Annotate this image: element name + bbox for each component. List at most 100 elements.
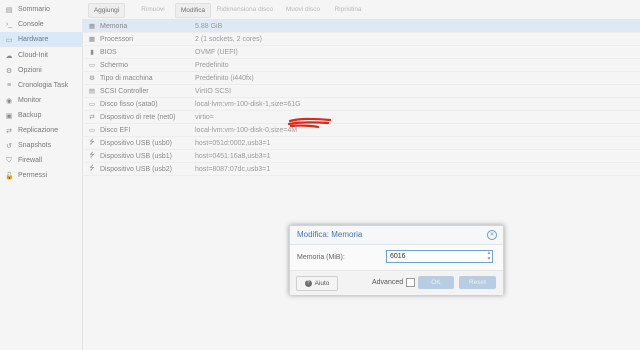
row-name: Dispositivo USB (usb1)	[100, 152, 172, 160]
floppy-icon: ▣	[5, 112, 13, 120]
row-value: local-lvm:vm-100-disk-1,size=61G	[195, 100, 301, 108]
close-icon[interactable]: ✕	[487, 230, 497, 240]
sidebar-item-hardware[interactable]: ▭ Hardware	[0, 32, 82, 47]
table-row[interactable]: ⭍ Dispositivo USB (usb1) host=0451:16a8,…	[82, 150, 640, 163]
row-name: Dispositivo USB (usb0)	[100, 139, 172, 147]
sidebar-item-opzioni[interactable]: ⚙ Opzioni	[0, 63, 82, 78]
desktop-icon: ▭	[5, 36, 13, 44]
sidebar-item-snapshots[interactable]: ↺ Snapshots	[0, 138, 82, 153]
sidebar-item-backup[interactable]: ▣ Backup	[0, 108, 82, 123]
row-value: local-lvm:vm-100-disk-0,size=4M	[195, 126, 298, 134]
spin-down-icon[interactable]: ▼	[486, 257, 492, 262]
monitor-icon: ▭	[88, 62, 96, 69]
dialog-header: Modifica: Memoria ✕	[290, 226, 503, 245]
row-name: Tipo di macchina	[100, 74, 153, 82]
table-row[interactable]: ⚙ Tipo di macchina Predefinito (i440fx)	[82, 72, 640, 85]
sidebar-item-label: Sommario	[18, 6, 50, 13]
row-value: Predefinito	[195, 61, 229, 69]
row-value: host=051d:0002,usb3=1	[195, 139, 271, 147]
add-button[interactable]: Aggiungi	[88, 3, 125, 18]
move-disk-button[interactable]: Muovi disco	[281, 3, 325, 16]
exchange-icon: ⇄	[89, 114, 95, 121]
sidebar-item-label: Opzioni	[18, 67, 42, 74]
table-row[interactable]: ▭ Disco fisso (sata0) local-lvm:vm-100-d…	[82, 98, 640, 111]
sidebar-item-label: Console	[18, 21, 44, 28]
sidebar-item-permessi[interactable]: 🔓 Permessi	[0, 168, 82, 183]
question-icon: ?	[304, 280, 312, 287]
resize-disk-button[interactable]: Ridimensiona disco	[214, 3, 276, 16]
table-row[interactable]: ⇄ Dispositivo di rete (net0) virtio=	[82, 111, 640, 124]
row-name: BIOS	[100, 48, 117, 56]
help-label: Aiuto	[314, 280, 330, 287]
retweet-icon: ⇄	[6, 127, 12, 135]
row-name: Processori	[100, 35, 134, 43]
toolbar: Aggiungi Rimuovi Modifica Ridimensiona d…	[82, 0, 640, 20]
cpu-icon: ▩	[88, 36, 96, 43]
row-value: 5.88 GiB	[195, 22, 223, 30]
history-icon: ↺	[6, 142, 12, 150]
redaction-scribble	[288, 117, 332, 129]
sidebar-item-sommario[interactable]: ▤ Sommario	[0, 2, 82, 17]
row-value: host=8087:07dc,usb3=1	[195, 165, 271, 173]
database-icon: ▤	[88, 88, 96, 95]
cogs-icon: ⚙	[89, 75, 95, 82]
row-value: virtio=	[195, 113, 214, 121]
row-value: VirtIO SCSI	[195, 87, 232, 95]
remove-button[interactable]: Rimuovi	[135, 3, 171, 16]
sidebar-item-label: Firewall	[18, 157, 43, 164]
table-row[interactable]: ▮ BIOS OVMF (UEFI)	[82, 46, 640, 59]
sidebar-item-label: Replicazione	[18, 127, 59, 134]
sidebar-item-label: Monitor	[18, 97, 42, 104]
list-icon: ≡	[6, 82, 12, 89]
edit-button[interactable]: Modifica	[175, 3, 211, 18]
row-name: Dispositivo USB (usb2)	[100, 165, 172, 173]
sidebar-item-label: Backup	[18, 112, 42, 119]
advanced-label: Advanced	[372, 279, 404, 286]
edit-memory-dialog: Modifica: Memoria ✕ Memoria (MiB): ▲ ▼ ?…	[289, 225, 504, 295]
ok-button[interactable]: OK	[418, 276, 454, 289]
row-name: Disco EFI	[100, 126, 131, 134]
sidebar-item-firewall[interactable]: ⛉ Firewall	[0, 153, 82, 168]
sidebar-item-monitor[interactable]: ◉ Monitor	[0, 93, 82, 108]
sidebar-item-cronologia-task[interactable]: ≡ Cronologia Task	[0, 78, 82, 93]
table-row[interactable]: ⭍ Dispositivo USB (usb2) host=8087:07dc,…	[82, 163, 640, 176]
revert-button[interactable]: Ripristina	[330, 3, 366, 16]
sidebar-item-label: Hardware	[18, 36, 49, 43]
sidebar-item-label: Cronologia Task	[18, 82, 69, 89]
row-name: Schermo	[100, 61, 129, 69]
table-row[interactable]: ▭ Schermo Predefinito	[82, 59, 640, 72]
sidebar-item-replicazione[interactable]: ⇄ Replicazione	[0, 123, 82, 138]
row-name: Dispositivo di rete (net0)	[100, 113, 176, 121]
cloud-icon: ☁	[5, 52, 13, 60]
terminal-icon: ›_	[5, 21, 13, 28]
usb-icon: ⭍	[89, 151, 95, 159]
eye-icon: ◉	[5, 97, 13, 105]
gear-icon: ⚙	[5, 67, 13, 75]
hdd-icon: ▭	[88, 127, 96, 134]
row-name: Memoria	[100, 22, 128, 30]
sidebar-item-label: Snapshots	[18, 142, 52, 149]
table-row[interactable]: ▤ SCSI Controller VirtIO SCSI	[82, 85, 640, 98]
reset-button[interactable]: Reset	[459, 276, 496, 289]
sidebar-item-console[interactable]: ›_ Console	[0, 17, 82, 32]
memory-icon: ▦	[88, 23, 96, 30]
memory-field-label: Memoria (MiB):	[297, 254, 345, 261]
usb-icon: ⭍	[89, 138, 95, 146]
row-name: Disco fisso (sata0)	[100, 100, 158, 108]
sidebar-item-cloud-init[interactable]: ☁ Cloud-Init	[0, 48, 82, 63]
row-value: 2 (1 sockets, 2 cores)	[195, 35, 262, 43]
sidebar: ▤ Sommario ›_ Console ▭ Hardware ☁ Cloud…	[0, 0, 83, 350]
microchip-icon: ▮	[90, 49, 94, 56]
help-button[interactable]: ? Aiuto	[296, 276, 338, 291]
book-icon: ▤	[5, 6, 13, 14]
dialog-title: Modifica: Memoria	[297, 230, 363, 239]
dialog-footer: ? Aiuto Advanced OK Reset	[290, 270, 503, 295]
table-row[interactable]: ⭍ Dispositivo USB (usb0) host=051d:0002,…	[82, 137, 640, 150]
unlock-icon: 🔓	[5, 172, 14, 180]
table-row[interactable]: ▭ Disco EFI local-lvm:vm-100-disk-0,size…	[82, 124, 640, 137]
sidebar-item-label: Permessi	[18, 172, 48, 179]
table-row[interactable]: ▩ Processori 2 (1 sockets, 2 cores)	[82, 33, 640, 46]
memory-input[interactable]	[386, 250, 493, 263]
table-row[interactable]: ▦ Memoria 5.88 GiB	[82, 20, 640, 33]
advanced-checkbox[interactable]	[406, 278, 415, 287]
